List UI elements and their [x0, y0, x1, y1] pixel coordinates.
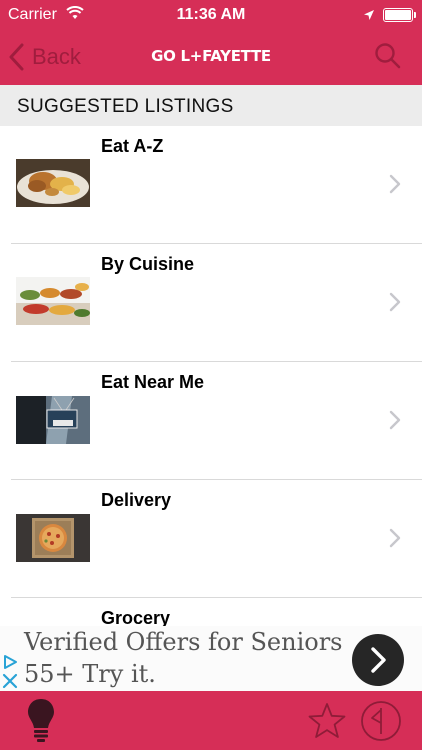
lightbulb-icon[interactable] [25, 697, 57, 748]
flag-circle-icon[interactable] [360, 700, 402, 747]
star-icon[interactable] [307, 701, 347, 746]
listing-list[interactable]: Eat A-Z By Cuisine Eat Near Me Delivery [0, 126, 422, 631]
ad-subline: 55+ Try it. [24, 660, 156, 688]
listing-thumbnail [16, 514, 90, 562]
listing-thumbnail [16, 159, 90, 207]
tab-bar [0, 691, 422, 750]
section-header: SUGGESTED LISTINGS [0, 85, 422, 127]
status-bar: Carrier 11:36 AM [0, 0, 422, 30]
ad-open-button[interactable] [352, 634, 404, 686]
list-item-title: Eat A-Z [101, 136, 164, 156]
nav-bar: Back GO L+FAYETTE [0, 30, 422, 85]
chevron-right-icon [389, 174, 401, 199]
chevron-right-icon [389, 292, 401, 317]
search-icon [375, 43, 401, 69]
list-item[interactable]: Delivery [0, 480, 422, 598]
app-logo-title: GO L+FAYETTE [151, 47, 271, 65]
list-item-title: By Cuisine [101, 254, 195, 274]
section-title: SUGGESTED LISTINGS [17, 96, 234, 117]
list-item-title: Eat Near Me [101, 372, 205, 392]
ad-headline: Verified Offers for Seniors [24, 628, 343, 656]
search-button[interactable] [374, 42, 402, 75]
status-time: 11:36 AM [176, 6, 246, 23]
ad-choices-icon[interactable] [1, 653, 19, 671]
chevron-right-icon [389, 528, 401, 553]
chevron-right-icon [389, 410, 401, 435]
list-item[interactable]: By Cuisine [0, 244, 422, 362]
listing-thumbnail [16, 277, 90, 325]
list-item[interactable]: Eat Near Me [0, 362, 422, 480]
chevron-right-icon [371, 647, 386, 673]
location-arrow-icon [363, 8, 375, 26]
listing-thumbnail [16, 396, 90, 444]
ad-close-icon[interactable] [1, 672, 19, 690]
battery-icon [383, 8, 416, 22]
list-item-title: Delivery [101, 490, 172, 510]
list-item[interactable]: Eat A-Z [0, 126, 422, 244]
ad-banner[interactable]: Verified Offers for Seniors 55+ Try it. [0, 626, 422, 691]
